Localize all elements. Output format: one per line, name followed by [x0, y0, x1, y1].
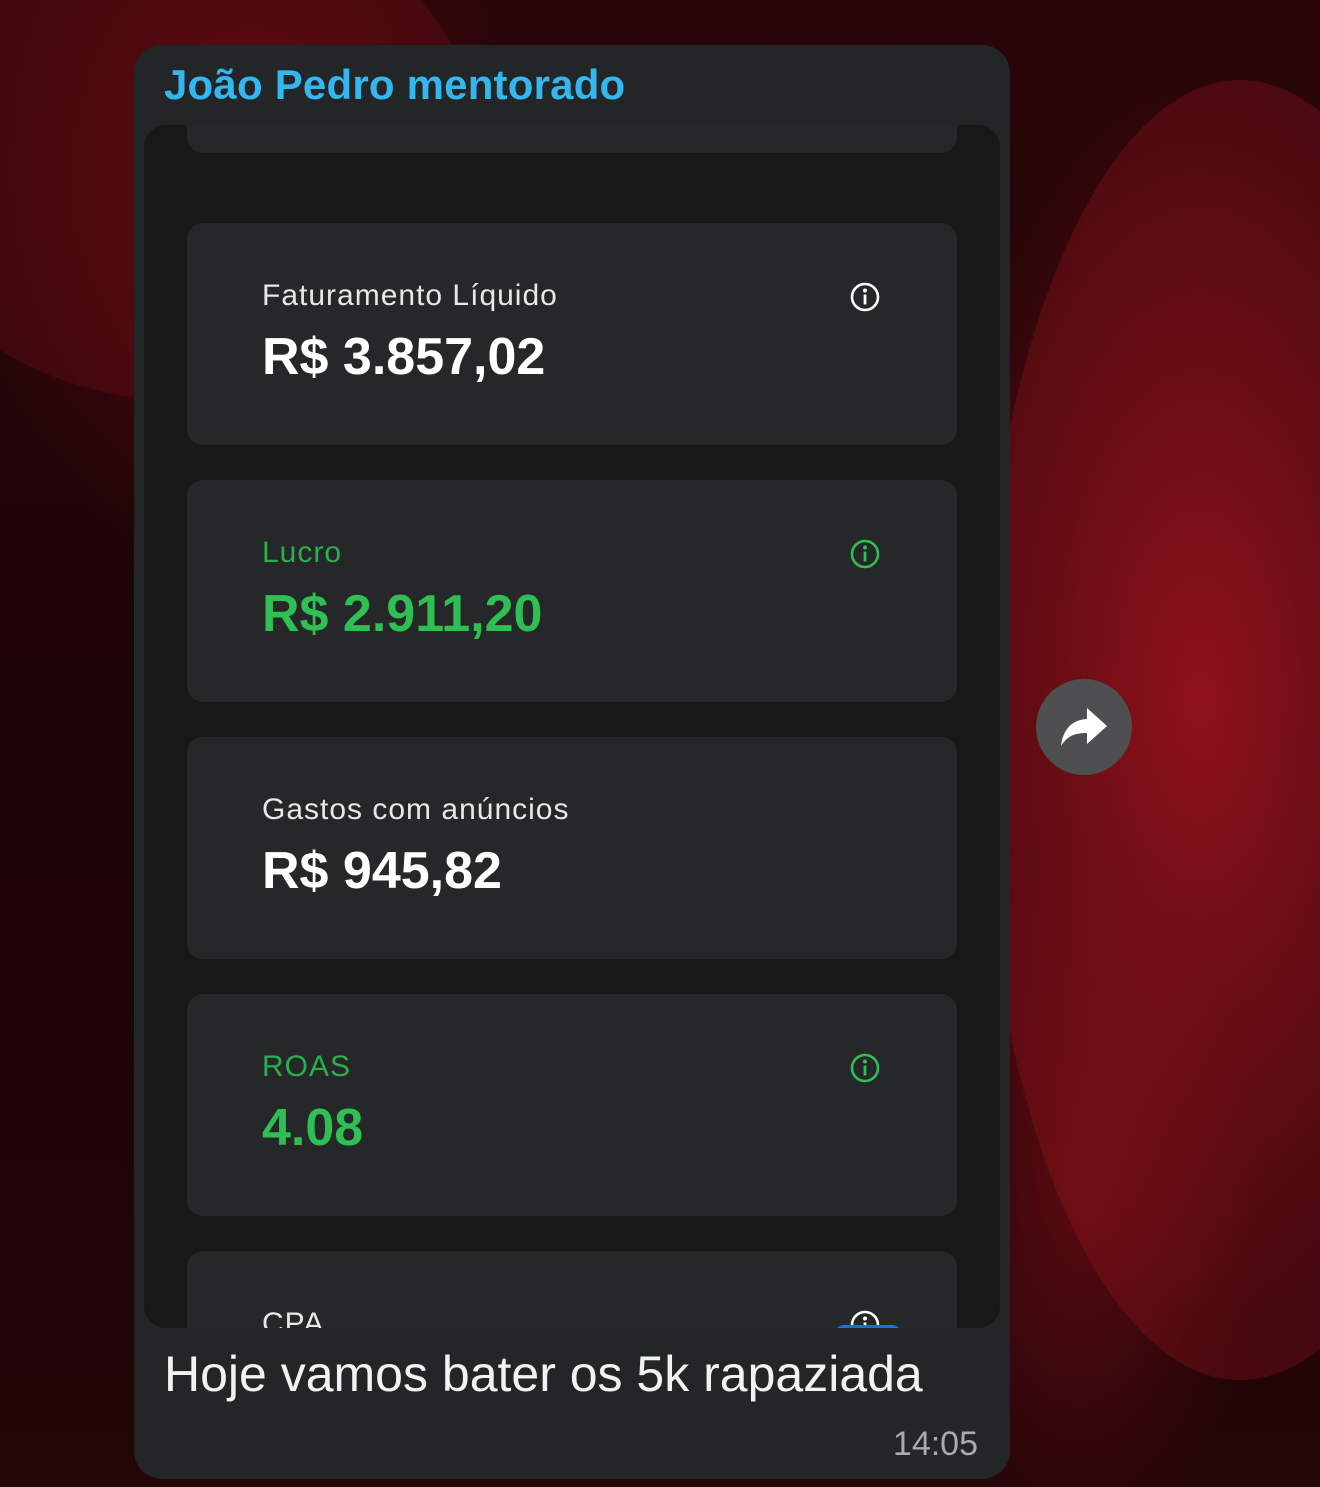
metric-value: 4.08: [262, 1099, 364, 1157]
partial-card: [187, 125, 957, 153]
metric-value: R$ 3.857,02: [262, 328, 546, 386]
metric-label: Gastos com anúncios: [262, 793, 570, 826]
sender-name[interactable]: João Pedro mentorado: [164, 61, 625, 109]
metric-value: R$ 945,82: [262, 842, 502, 900]
metric-card-lucro: Lucro R$ 2.911,20: [187, 480, 957, 702]
metric-label: CPA: [262, 1307, 325, 1328]
floating-button-edge: [834, 1325, 902, 1328]
metric-card-roas: ROAS 4.08: [187, 994, 957, 1216]
metric-label: Lucro: [262, 536, 343, 569]
message-timestamp: 14:05: [892, 1425, 978, 1463]
metric-card-cpa: CPA: [187, 1251, 957, 1328]
metric-value: R$ 2.911,20: [262, 585, 543, 643]
metric-card-faturamento: Faturamento Líquido R$ 3.857,02: [187, 223, 957, 445]
info-icon: [850, 1053, 880, 1083]
info-icon: [850, 282, 880, 312]
message-caption: Hoje vamos bater os 5k rapaziada: [164, 1346, 923, 1402]
metric-label: ROAS: [262, 1050, 352, 1083]
metric-card-gastos: Gastos com anúncios R$ 945,82: [187, 737, 957, 959]
forward-arrow-icon: [1061, 708, 1107, 746]
message-bubble[interactable]: João Pedro mentorado Faturamento Líquido…: [134, 45, 1010, 1479]
attached-image[interactable]: Faturamento Líquido R$ 3.857,02 Lucro R$…: [144, 125, 1000, 1328]
metric-label: Faturamento Líquido: [262, 279, 558, 312]
info-icon: [850, 539, 880, 569]
forward-button[interactable]: [1036, 679, 1132, 775]
